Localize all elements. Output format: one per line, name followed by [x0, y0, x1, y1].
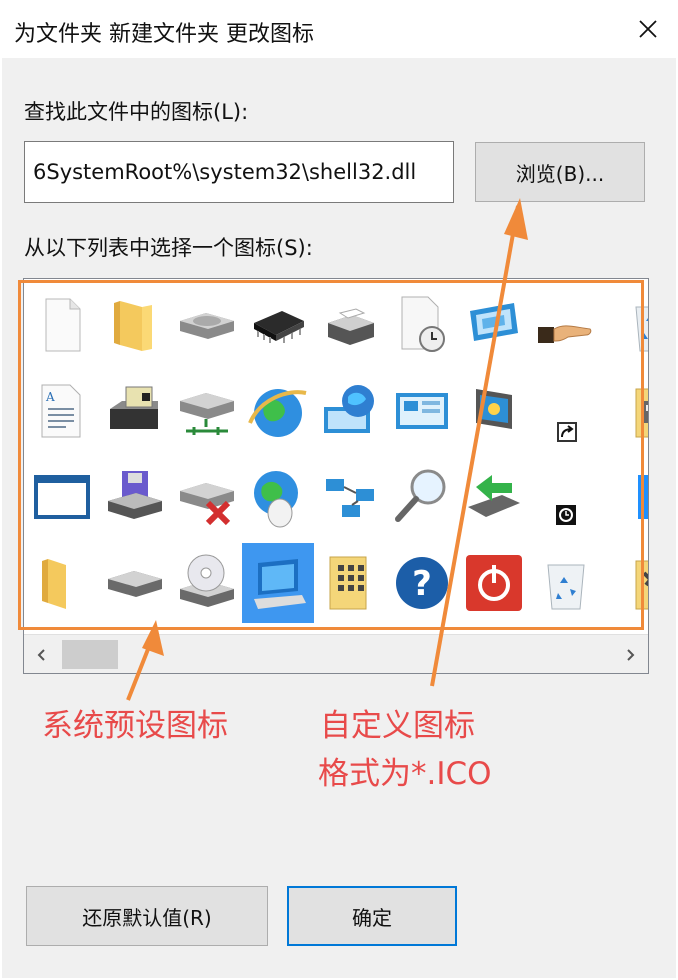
- window-icon: [34, 475, 90, 519]
- icon-cell[interactable]: [458, 457, 530, 537]
- hard-drive-icon: [108, 571, 162, 597]
- recycle-bin-icon: [547, 564, 585, 610]
- restore-default-button[interactable]: 还原默认值(R): [26, 886, 268, 946]
- internet-explorer-globe-icon: [248, 389, 307, 437]
- chevron-right-icon: [627, 648, 635, 661]
- icon-cell[interactable]: [98, 543, 170, 623]
- magnifier-icon: [395, 469, 446, 522]
- icon-cell[interactable]: [98, 285, 170, 365]
- floppy-drive-icon: [108, 471, 162, 519]
- icon-file-path-input[interactable]: [24, 141, 454, 203]
- icon-cell[interactable]: ?: [386, 543, 458, 623]
- network-connections-icon: [326, 479, 374, 517]
- icon-cell[interactable]: A: [26, 371, 98, 451]
- blank-document-icon: [45, 298, 81, 352]
- find-in-file-label: 查找此文件中的图标(L):: [24, 100, 249, 124]
- icon-cell[interactable]: [242, 371, 314, 451]
- blue-tile-partial-icon: [638, 475, 648, 519]
- icon-cell[interactable]: [170, 543, 242, 623]
- scroll-thumb[interactable]: [62, 640, 118, 669]
- media-file-partial-icon: [635, 388, 648, 438]
- control-panel-icon: [396, 393, 448, 429]
- computer-selected-icon: [254, 559, 306, 609]
- help-icon: ?: [396, 557, 448, 609]
- chevron-left-icon: [37, 648, 45, 661]
- icon-cell[interactable]: [458, 371, 530, 451]
- select-from-list-label: 从以下列表中选择一个图标(S):: [24, 236, 313, 260]
- printer-icon: [328, 308, 374, 345]
- display-settings-icon: [470, 303, 518, 341]
- clock-small-icon: [556, 505, 576, 525]
- ok-button[interactable]: 确定: [287, 886, 457, 946]
- icon-cell-selected[interactable]: [242, 543, 314, 623]
- memory-chip-icon: [254, 311, 304, 343]
- icon-grid: A ?: [24, 279, 648, 627]
- annotation-custom-line1: 自定义图标: [320, 708, 475, 744]
- icon-cell[interactable]: [314, 457, 386, 537]
- annotation-system-preset: 系统预设图标: [42, 708, 228, 744]
- printer-file-icon: [110, 386, 158, 429]
- folder-partial-icon: [42, 559, 66, 609]
- icon-cell[interactable]: [530, 285, 602, 365]
- annotation-custom-line2: 格式为*.ICO: [318, 756, 492, 792]
- icon-cell[interactable]: [98, 371, 170, 451]
- icon-cell[interactable]: [26, 285, 98, 365]
- icon-cell[interactable]: [458, 543, 530, 623]
- shortcut-arrow-icon: [557, 422, 577, 442]
- scroll-right-button[interactable]: [612, 635, 648, 673]
- icon-cell[interactable]: [386, 285, 458, 365]
- hand-share-icon: [538, 325, 592, 343]
- close-button[interactable]: [626, 8, 670, 50]
- cd-drive-icon: [180, 554, 234, 607]
- usb-arrow-icon: [468, 475, 520, 517]
- icon-cell[interactable]: [242, 285, 314, 365]
- svg-text:?: ?: [412, 564, 432, 604]
- globe-mouse-icon: [254, 471, 298, 528]
- folder-icon: [114, 301, 152, 351]
- icon-cell[interactable]: [386, 371, 458, 451]
- icon-cell[interactable]: [314, 371, 386, 451]
- icon-cell[interactable]: [314, 543, 386, 623]
- close-icon: [639, 20, 657, 38]
- icon-cell[interactable]: [26, 543, 98, 623]
- document-clock-icon: [401, 296, 445, 352]
- icon-list[interactable]: A ?: [23, 278, 649, 674]
- icon-cell[interactable]: [602, 457, 648, 537]
- remove-drive-icon: [180, 483, 234, 526]
- svg-text:A: A: [45, 390, 55, 404]
- icon-cell[interactable]: [530, 457, 602, 537]
- icon-cell[interactable]: [458, 285, 530, 365]
- icon-cell[interactable]: [98, 457, 170, 537]
- icon-cell[interactable]: [170, 285, 242, 365]
- icon-cell[interactable]: [242, 457, 314, 537]
- icon-cell[interactable]: [170, 457, 242, 537]
- icon-cell[interactable]: [602, 285, 648, 365]
- icon-cell[interactable]: [26, 457, 98, 537]
- browse-button[interactable]: 浏览(B)...: [475, 142, 645, 202]
- text-document-icon: A: [41, 384, 81, 438]
- icon-cell[interactable]: [314, 285, 386, 365]
- tools-folder-partial-icon: [635, 560, 648, 610]
- scroll-left-button[interactable]: [24, 635, 60, 673]
- icon-cell[interactable]: [386, 457, 458, 537]
- icon-cell[interactable]: [530, 543, 602, 623]
- power-icon: [466, 555, 522, 611]
- horizontal-scrollbar[interactable]: [24, 634, 648, 673]
- title-bar: 为文件夹 新建文件夹 更改图标: [0, 0, 678, 58]
- icon-cell[interactable]: [530, 371, 602, 451]
- icon-cell[interactable]: [602, 543, 648, 623]
- recycle-bin-partial-icon: [635, 306, 648, 352]
- network-globe-icon: [324, 385, 374, 433]
- monitor-icon: [476, 389, 512, 429]
- keypad-folder-icon: [329, 556, 367, 610]
- window-title: 为文件夹 新建文件夹 更改图标: [14, 22, 314, 47]
- icon-cell[interactable]: [170, 371, 242, 451]
- disk-drive-icon: [180, 313, 234, 339]
- icon-cell[interactable]: [602, 371, 648, 451]
- network-drive-icon: [180, 393, 234, 435]
